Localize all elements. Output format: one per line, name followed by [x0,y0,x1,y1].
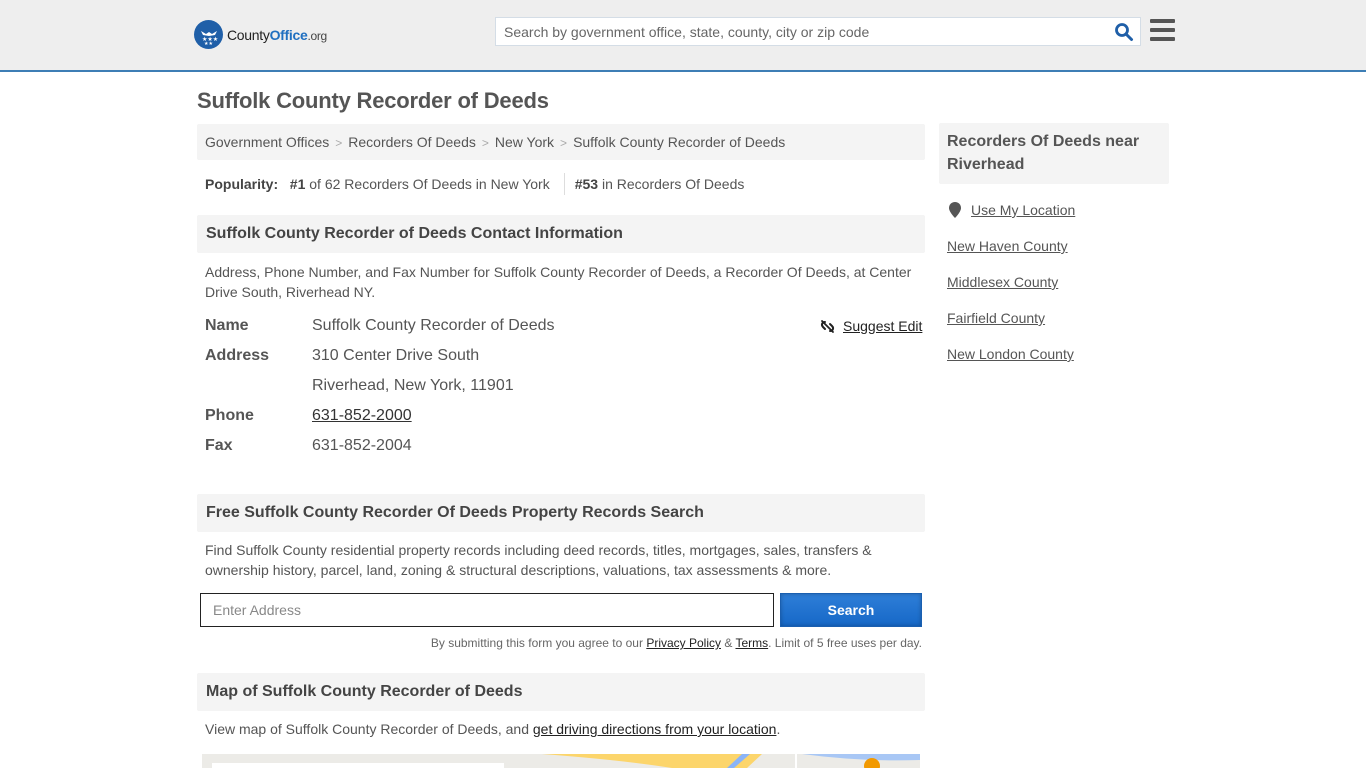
name-label: Name [205,317,249,334]
property-search-heading: Free Suffolk County Recorder Of Deeds Pr… [197,494,925,532]
address-label: Address [205,347,270,364]
breadcrumb-separator: > [335,136,343,150]
site-header: ★★★ ★★ CountyOffice.org [0,0,1366,72]
contact-description: Address, Phone Number, and Fax Number fo… [205,264,912,300]
info-row-address: Address 310 Center Drive South [205,347,479,365]
property-search-button[interactable]: Search [780,593,922,627]
sidebar-link-middlesex-county[interactable]: Middlesex County [947,274,1058,290]
map-pin-icon [949,202,961,218]
suggest-edit-link[interactable]: Suggest Edit [820,318,922,334]
use-my-location-link[interactable]: Use My Location [949,202,1075,218]
fax-label: Fax [205,437,233,454]
address-input[interactable] [200,593,774,627]
breadcrumb-item-recorders-of-deeds[interactable]: Recorders Of Deeds [348,134,476,150]
state-rank-text: of 62 Recorders Of Deeds in New York [309,176,550,192]
info-row-phone: Phone 631-852-2000 [205,407,412,425]
svg-text:★★: ★★ [204,41,213,46]
name-value: Suffolk County Recorder of Deeds [312,317,555,334]
logo-wordmark: CountyOffice.org [227,26,327,43]
breadcrumb-item-government-offices[interactable]: Government Offices [205,134,329,150]
fax-value: 631-852-2004 [312,437,412,454]
site-search-input[interactable] [496,18,1106,45]
eagle-stars-icon: ★★★ ★★ [194,20,223,49]
phone-link[interactable]: 631-852-2000 [312,407,412,424]
address-line1: 310 Center Drive South [312,347,480,364]
terms-link[interactable]: Terms [735,636,768,650]
hamburger-menu-icon[interactable] [1150,19,1175,43]
site-search [495,17,1141,46]
sidebar-link-new-london-county[interactable]: New London County [947,346,1074,362]
privacy-policy-link[interactable]: Privacy Policy [646,636,721,650]
state-rank: #1 [289,176,306,192]
info-row-name: Name Suffolk County Recorder of Deeds [205,317,555,335]
info-row-address-2: Riverhead, New York, 11901 [205,377,514,395]
popularity-label: Popularity: [205,176,279,192]
info-row-fax: Fax 631-852-2004 [205,437,412,455]
sidebar-heading: Recorders Of Deeds near Riverhead [939,123,1169,184]
driving-directions-link[interactable]: get driving directions from your locatio… [533,721,777,737]
national-rank: #53 [574,176,599,192]
form-disclaimer: By submitting this form you agree to our… [430,636,922,650]
sidebar-link-fairfield-county[interactable]: Fairfield County [947,310,1045,326]
suggest-edit-label: Suggest Edit [843,318,923,334]
sidebar-link-new-haven-county[interactable]: New Haven County [947,238,1068,254]
popularity-divider [563,173,565,195]
phone-label: Phone [205,407,254,424]
property-search-description: Find Suffolk County residential property… [205,542,872,578]
breadcrumb: Government Offices > Recorders Of Deeds > Ne… [197,124,925,160]
contact-section-heading: Suffolk County Recorder of Deeds Contact… [197,215,925,253]
breadcrumb-item-new-york[interactable]: New York [495,134,554,150]
map-section-heading: Map of Suffolk County Recorder of Deeds [197,673,925,711]
address-line2: Riverhead, New York, 11901 [312,377,514,394]
location-map[interactable] [202,754,920,768]
map-description: View map of Suffolk County Recorder of D… [205,721,781,737]
breadcrumb-item-current[interactable]: Suffolk County Recorder of Deeds [573,134,785,150]
breadcrumb-separator: > [481,136,489,150]
page-title: Suffolk County Recorder of Deeds [197,88,549,113]
breadcrumb-separator: > [560,136,568,150]
site-logo[interactable]: ★★★ ★★ CountyOffice.org [194,20,327,49]
national-rank-text: in Recorders Of Deeds [601,176,745,192]
broken-link-icon [820,319,835,333]
search-icon[interactable] [1114,22,1134,42]
popularity-bar: Popularity: #1 of 62 Recorders Of Deeds … [205,173,744,195]
